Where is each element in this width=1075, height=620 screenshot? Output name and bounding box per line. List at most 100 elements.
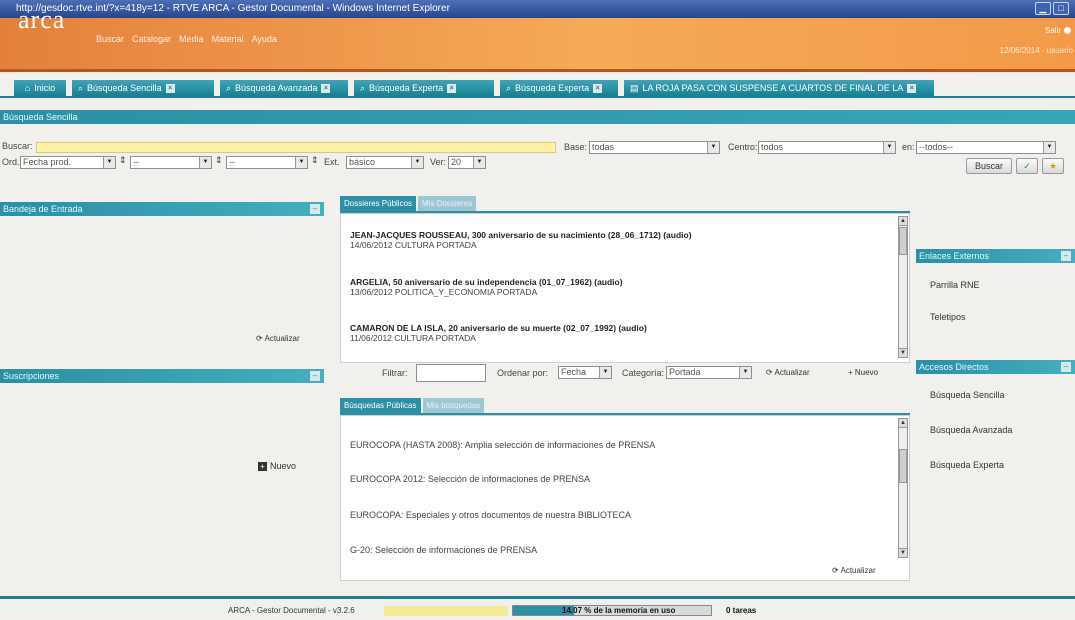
close-icon[interactable]: × xyxy=(165,83,175,93)
tab-busquedas-publicas[interactable]: Búsquedas Públicas xyxy=(340,398,421,413)
tab-la-roja[interactable]: ▤ LA ROJA PASA CON SUSPENSE A CUARTOS DE… xyxy=(624,80,934,96)
dossiers-actualizar-link[interactable]: ⟳ Actualizar xyxy=(766,368,810,377)
link-busqueda-experta[interactable]: Búsqueda Experta xyxy=(930,460,1004,470)
maximize-icon[interactable]: □ xyxy=(1053,2,1069,15)
centro-select-value: todos xyxy=(761,142,784,152)
salir-link[interactable]: Salir xyxy=(1045,26,1071,35)
refresh-icon: ⟳ xyxy=(766,368,773,377)
base-select[interactable]: todas ▼ xyxy=(589,141,720,154)
search-icon: ⌕ xyxy=(506,83,512,93)
tab-label: Inicio xyxy=(34,83,56,93)
close-icon[interactable]: × xyxy=(447,83,457,93)
scroll-thumb[interactable] xyxy=(899,449,907,483)
chevron-down-icon: ▼ xyxy=(295,157,307,168)
ord2-select[interactable]: -- ▼ xyxy=(130,156,212,169)
ordenar-select[interactable]: Fecha ▼ xyxy=(558,366,612,379)
actualizar-label: Actualizar xyxy=(264,334,300,343)
ord-label: Ord. xyxy=(2,157,20,167)
sort-order-icon[interactable]: ⇕ xyxy=(215,155,223,166)
busqueda-item[interactable]: EUROCOPA: Especiales y otros documentos … xyxy=(350,510,631,520)
menu-media[interactable]: Media xyxy=(179,34,204,44)
nuevo-label: Nuevo xyxy=(854,368,879,377)
tabs-underline xyxy=(0,96,1075,98)
chevron-down-icon: ▼ xyxy=(411,157,423,168)
busqueda-item[interactable]: G-20: Selección de informaciones de PREN… xyxy=(350,545,537,555)
categoria-select[interactable]: Portada ▼ xyxy=(666,366,752,379)
sort-order-icon[interactable]: ⇕ xyxy=(311,155,319,166)
sort-order-icon[interactable]: ⇕ xyxy=(119,155,127,166)
panel-toggle-icon[interactable]: – xyxy=(310,204,320,214)
ord3-select-value: -- xyxy=(229,157,235,167)
close-icon[interactable]: × xyxy=(321,83,331,93)
dossier-item[interactable]: CAMARON DE LA ISLA, 20 aniversario de su… xyxy=(350,323,647,343)
scroll-up-icon[interactable]: ▲ xyxy=(899,419,907,428)
scroll-up-icon[interactable]: ▲ xyxy=(899,217,907,226)
bandeja-entrada-header: Bandeja de Entrada – xyxy=(0,202,324,216)
chevron-down-icon: ▼ xyxy=(599,367,611,378)
tab-busqueda-avanzada[interactable]: ⌕ Búsqueda Avanzada × xyxy=(220,80,348,96)
tab-mis-busquedas[interactable]: Mis búsquedas xyxy=(422,398,485,413)
window-title-bar: http://gesdoc.rtve.int/?x=418y=12 - RTVE… xyxy=(0,0,1075,18)
scroll-down-icon[interactable]: ▼ xyxy=(899,548,907,557)
ext-select[interactable]: básico ▼ xyxy=(346,156,424,169)
ver-select[interactable]: 20 ▼ xyxy=(448,156,486,169)
menu-material[interactable]: Material xyxy=(212,34,244,44)
top-menu: Buscar Catalogar Media Material Ayuda xyxy=(96,34,277,44)
close-icon[interactable]: × xyxy=(907,83,917,93)
link-parrilla-rne[interactable]: Parrilla RNE xyxy=(930,280,980,290)
scroll-thumb[interactable] xyxy=(899,227,907,255)
link-busqueda-sencilla[interactable]: Búsqueda Sencilla xyxy=(930,390,1005,400)
star-icon[interactable]: ★ xyxy=(1042,158,1064,174)
tab-busqueda-experta-2[interactable]: ⌕ Búsqueda Experta × xyxy=(500,80,618,96)
dossier-title: CAMARON DE LA ISLA, 20 aniversario de su… xyxy=(350,323,647,333)
tab-label: Búsqueda Sencilla xyxy=(87,83,162,93)
accesos-directos-header: Accesos Directos – xyxy=(916,360,1075,374)
check-icon[interactable]: ✓ xyxy=(1016,158,1038,174)
busqueda-item[interactable]: EUROCOPA (HASTA 2008): Amplia selección … xyxy=(350,440,655,450)
suscripciones-nuevo-link[interactable]: + Nuevo xyxy=(258,461,296,471)
tab-busqueda-experta-1[interactable]: ⌕ Búsqueda Experta × xyxy=(354,80,494,96)
centro-select[interactable]: todos ▼ xyxy=(758,141,896,154)
ord-select-value: Fecha prod. xyxy=(23,157,72,167)
menu-buscar[interactable]: Buscar xyxy=(96,34,124,44)
dossiers-nuevo-link[interactable]: + Nuevo xyxy=(848,368,878,377)
busqueda-item[interactable]: EUROCOPA 2012: Selección de informacione… xyxy=(350,474,590,484)
filtrar-input[interactable] xyxy=(416,364,486,382)
panel-title: Suscripciones xyxy=(3,371,60,381)
buscar-input[interactable] xyxy=(36,142,556,153)
buscar-button[interactable]: Buscar xyxy=(966,158,1012,174)
busquedas-actualizar-link[interactable]: ⟳ Actualizar xyxy=(832,566,876,575)
scroll-down-icon[interactable]: ▼ xyxy=(899,348,907,357)
ord2-select-value: -- xyxy=(133,157,139,167)
menu-catalogar[interactable]: Catalogar xyxy=(132,34,171,44)
tab-dossieres-publicos[interactable]: Dossieres Públicos xyxy=(340,196,417,211)
tab-label: Búsqueda Avanzada xyxy=(235,83,318,93)
tab-mis-dossieres[interactable]: Mis Dossieres xyxy=(418,196,477,211)
bandeja-actualizar-link[interactable]: ⟳ Actualizar xyxy=(256,334,300,343)
close-icon[interactable]: × xyxy=(593,83,603,93)
dossier-subtitle: 14/06/2012 CULTURA PORTADA xyxy=(350,240,477,250)
panel-toggle-icon[interactable]: – xyxy=(1061,251,1071,261)
dossier-item[interactable]: ARGELIA, 50 aniversario de su independen… xyxy=(350,277,623,297)
dossiers-scrollbar[interactable]: ▲ ▼ xyxy=(898,216,908,358)
chevron-down-icon: ▼ xyxy=(473,157,485,168)
link-teletipos[interactable]: Teletipos xyxy=(930,312,966,322)
tab-inicio[interactable]: ⌂ Inicio xyxy=(14,80,66,96)
en-label: en: xyxy=(902,142,915,152)
panel-toggle-icon[interactable]: – xyxy=(1061,362,1071,372)
ord3-select[interactable]: -- ▼ xyxy=(226,156,308,169)
busquedas-scrollbar[interactable]: ▲ ▼ xyxy=(898,418,908,558)
dossier-item[interactable]: JEAN-JACQUES ROUSSEAU, 300 aniversario d… xyxy=(350,230,692,250)
tab-label: Búsqueda Experta xyxy=(369,83,444,93)
tab-busqueda-sencilla[interactable]: ⌕ Búsqueda Sencilla × xyxy=(72,80,214,96)
menu-ayuda[interactable]: Ayuda xyxy=(252,34,277,44)
link-busqueda-avanzada[interactable]: Búsqueda Avanzada xyxy=(930,425,1012,435)
chevron-down-icon: ▼ xyxy=(739,367,751,378)
add-icon: + xyxy=(848,368,853,377)
window-controls: ▁ □ xyxy=(1035,2,1069,15)
panel-toggle-icon[interactable]: – xyxy=(310,371,320,381)
minimize-icon[interactable]: ▁ xyxy=(1035,2,1051,15)
en-select[interactable]: --todos-- ▼ xyxy=(916,141,1056,154)
panel-title: Bandeja de Entrada xyxy=(3,204,83,214)
ord-select[interactable]: Fecha prod. ▼ xyxy=(20,156,116,169)
